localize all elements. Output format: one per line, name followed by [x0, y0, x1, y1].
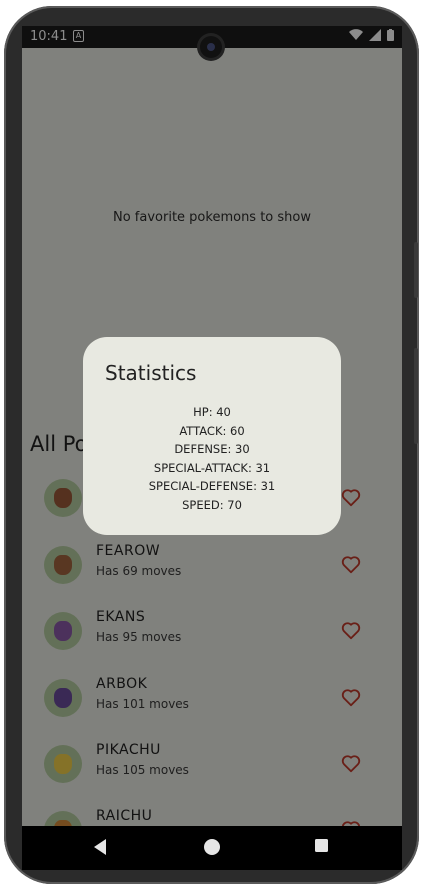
stat-special-defense: SPECIAL-DEFENSE: 31: [148, 479, 276, 493]
front-camera: [200, 36, 222, 58]
navigation-bar: [22, 826, 402, 870]
recents-square-icon[interactable]: [314, 838, 329, 853]
stat-defense: DEFENSE: 30: [174, 442, 250, 456]
stat-special-attack: SPECIAL-ATTACK: 31: [153, 460, 271, 475]
stats-list: HP: 40 ATTACK: 60 DEFENSE: 30 SPECIAL-AT…: [83, 403, 341, 514]
stat-attack: ATTACK: 60: [179, 423, 245, 438]
power-button: [414, 348, 418, 444]
volume-button: [414, 242, 418, 298]
app-screen: 10:41 A No favorite pokemons to show All…: [22, 26, 402, 826]
stat-speed: SPEED: 70: [182, 497, 242, 512]
stat-hp: HP: 40: [193, 405, 231, 419]
statistics-dialog: Statistics HP: 40 ATTACK: 60 DEFENSE: 30…: [83, 337, 341, 535]
back-triangle-icon[interactable]: [92, 838, 108, 856]
dialog-title: Statistics: [105, 361, 197, 385]
home-circle-icon[interactable]: [203, 838, 221, 856]
